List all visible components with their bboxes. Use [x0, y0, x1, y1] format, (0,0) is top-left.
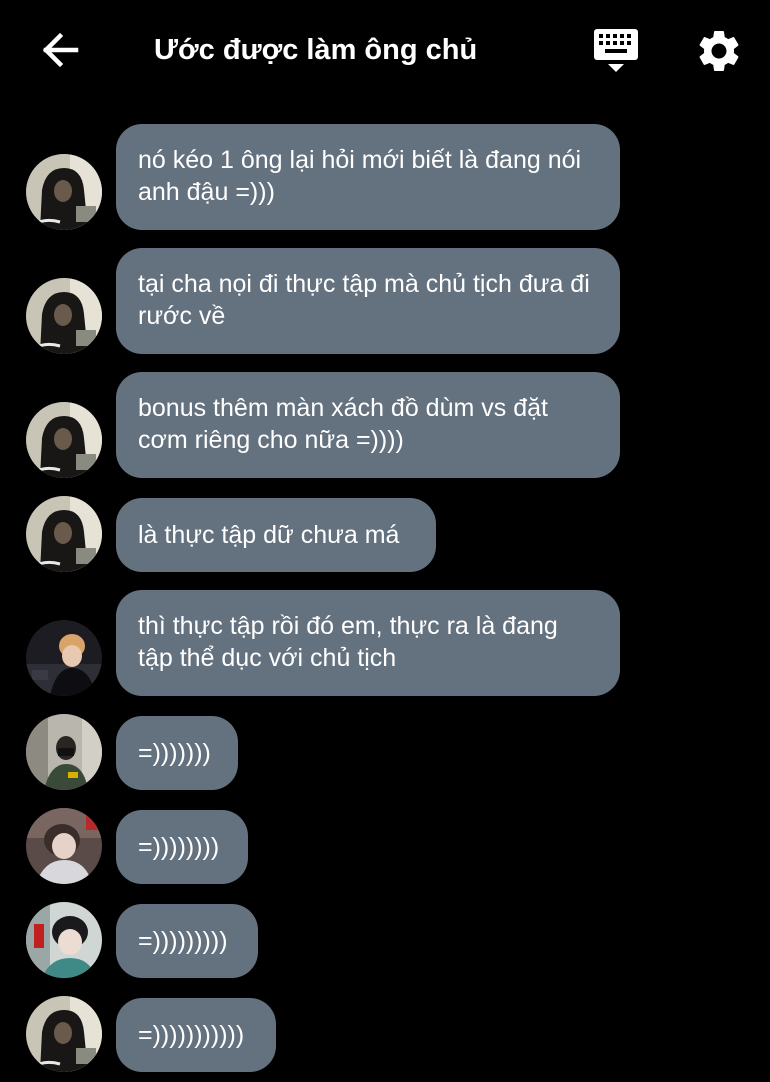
- message-bubble[interactable]: thì thực tập rồi đó em, thực ra là đang …: [116, 590, 620, 696]
- chat-title: Ước được làm ông chủ: [154, 34, 478, 66]
- avatar[interactable]: [26, 402, 102, 478]
- message-text: =))))))): [138, 739, 211, 767]
- keyboard-icon: [594, 29, 638, 72]
- message-bubble[interactable]: =)))))))): [116, 810, 248, 884]
- avatar[interactable]: [26, 808, 102, 884]
- message-text: =))))))))): [138, 927, 228, 955]
- gear-icon: [699, 30, 739, 72]
- avatar[interactable]: [26, 278, 102, 354]
- header-bar: Ước được làm ông chủ: [0, 0, 770, 100]
- message-bubble[interactable]: nó kéo 1 ông lại hỏi mới biết là đang nó…: [116, 124, 620, 230]
- message-bubble[interactable]: bonus thêm màn xách đồ dùm vs đặt cơm ri…: [116, 372, 620, 478]
- avatar[interactable]: [26, 154, 102, 230]
- message-text: nó kéo 1 ông lại hỏi mới biết là đang nó…: [138, 146, 582, 206]
- keyboard-button[interactable]: [590, 26, 642, 76]
- arrow-left-icon: [42, 32, 79, 68]
- avatar[interactable]: [26, 902, 102, 978]
- message-text: bonus thêm màn xách đồ dùm vs đặt cơm ri…: [138, 394, 548, 454]
- avatar[interactable]: [26, 496, 102, 572]
- message-text: là thực tập dữ chưa má: [138, 521, 400, 549]
- message-bubble[interactable]: =))))))))): [116, 904, 258, 978]
- message-text: =)))))))): [138, 833, 220, 861]
- message-text: thì thực tập rồi đó em, thực ra là đang …: [138, 612, 558, 672]
- message-text: =))))))))))): [138, 1021, 245, 1049]
- message-bubble[interactable]: là thực tập dữ chưa má: [116, 498, 436, 572]
- message-bubble[interactable]: =))))))): [116, 716, 238, 790]
- message-bubble[interactable]: tại cha nọi đi thực tập mà chủ tịch đưa …: [116, 248, 620, 354]
- back-button[interactable]: [34, 28, 86, 72]
- message-text: tại cha nọi đi thực tập mà chủ tịch đưa …: [138, 270, 590, 330]
- avatar[interactable]: [26, 714, 102, 790]
- avatar[interactable]: [26, 996, 102, 1072]
- avatar[interactable]: [26, 620, 102, 696]
- settings-button[interactable]: [694, 26, 744, 76]
- message-bubble[interactable]: =))))))))))): [116, 998, 276, 1072]
